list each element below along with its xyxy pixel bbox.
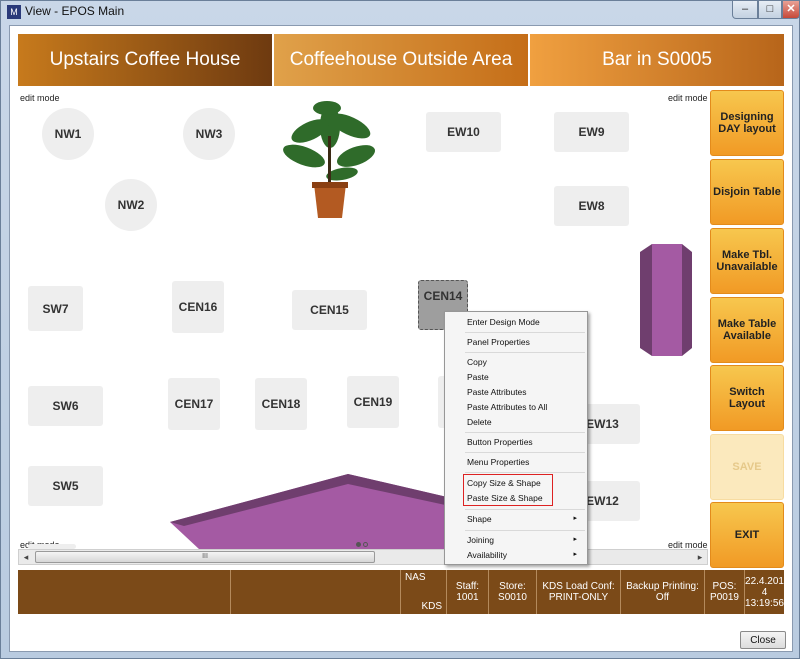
menu-item-shape[interactable]: Shape ▸	[467, 512, 583, 526]
table-ew8[interactable]: EW8	[554, 186, 629, 226]
menu-item-availability[interactable]: Availability ▸	[467, 548, 583, 562]
designing-day-layout-button[interactable]: Designing DAY layout	[710, 90, 784, 156]
table-sw7[interactable]: SW7	[28, 286, 83, 331]
table-nw3[interactable]: NW3	[183, 108, 235, 160]
scroll-right-arrow-icon[interactable]: ▸	[693, 550, 707, 564]
minimize-button[interactable]: –	[732, 1, 758, 19]
close-button[interactable]: Close	[740, 631, 786, 649]
app-icon: M	[7, 5, 21, 19]
window-frame: M View - EPOS Main – □ ✕ Upstairs Coffee…	[0, 0, 800, 659]
menu-separator	[465, 509, 585, 510]
menu-separator	[465, 530, 585, 531]
make-table-available-button[interactable]: Make Table Available	[710, 297, 784, 363]
tab-coffeehouse-outside-area[interactable]: Coffeehouse Outside Area	[274, 34, 528, 86]
client-area: Upstairs Coffee House Coffeehouse Outsid…	[9, 25, 793, 652]
menu-item-paste-attributes[interactable]: Paste Attributes	[467, 385, 527, 399]
table-ew10[interactable]: EW10	[426, 112, 501, 152]
status-divider	[230, 570, 231, 614]
menu-separator	[465, 352, 585, 353]
status-backup-printing: Backup Printing: Off	[620, 570, 704, 614]
table-sw6[interactable]: SW6	[28, 386, 103, 426]
page-dot-active[interactable]	[356, 542, 361, 547]
scroll-left-arrow-icon[interactable]: ◂	[19, 550, 33, 564]
title-bar: M View - EPOS Main – □ ✕	[1, 1, 800, 23]
menu-item-paste-attributes-to-all[interactable]: Paste Attributes to All	[467, 400, 547, 414]
status-bar: NAS KDS Staff: 1001 Store: S0010 KDS Loa…	[18, 570, 784, 614]
menu-item-shape-label: Shape	[467, 514, 492, 524]
table-nw1[interactable]: NW1	[42, 108, 94, 160]
page-dot[interactable]	[363, 542, 368, 547]
table-cen15[interactable]: CEN15	[292, 290, 367, 330]
status-kds: KDS	[421, 601, 442, 612]
submenu-arrow-icon: ▸	[573, 551, 577, 558]
table-ew9[interactable]: EW9	[554, 112, 629, 152]
submenu-arrow-icon: ▸	[573, 536, 577, 543]
menu-item-joining[interactable]: Joining ▸	[467, 533, 583, 547]
close-window-button[interactable]: ✕	[782, 1, 800, 19]
scroll-thumb[interactable]: III	[35, 551, 375, 563]
menu-separator	[465, 452, 585, 453]
menu-item-enter-design-mode[interactable]: Enter Design Mode	[467, 315, 540, 329]
menu-item-joining-label: Joining	[467, 535, 494, 545]
edit-mode-label: edit mode	[668, 93, 708, 103]
bar-counter-shape	[640, 244, 692, 356]
status-kds-load: KDS Load Conf: PRINT-ONLY	[536, 570, 620, 614]
exit-button[interactable]: EXIT	[710, 502, 784, 568]
menu-item-delete[interactable]: Delete	[467, 415, 492, 429]
horizontal-scrollbar[interactable]: ◂ III ▸	[18, 549, 708, 565]
table-cen19[interactable]: CEN19	[347, 376, 399, 428]
menu-separator	[465, 432, 585, 433]
status-datetime: 22.4.201 4 13:19:56	[744, 570, 784, 614]
tab-bar-in-s0005[interactable]: Bar in S0005	[530, 34, 784, 86]
submenu-arrow-icon: ▸	[573, 515, 577, 522]
table-cen17[interactable]: CEN17	[168, 378, 220, 430]
menu-item-paste[interactable]: Paste	[467, 370, 489, 384]
table-cen16[interactable]: CEN16	[172, 281, 224, 333]
make-table-unavailable-button[interactable]: Make Tbl. Unavailable	[710, 228, 784, 294]
menu-separator	[465, 472, 585, 473]
status-store: Store: S0010	[488, 570, 536, 614]
status-staff: Staff: 1001	[446, 570, 488, 614]
status-pos: POS: P0019	[704, 570, 744, 614]
menu-item-button-properties[interactable]: Button Properties	[467, 435, 533, 449]
maximize-button[interactable]: □	[758, 1, 782, 19]
stage-shape	[170, 474, 460, 550]
context-menu: Enter Design Mode Panel Properties Copy …	[444, 311, 588, 565]
table-sw5[interactable]: SW5	[28, 466, 103, 506]
table-nw2[interactable]: NW2	[105, 179, 157, 231]
plant-decoration	[283, 101, 376, 218]
disjoin-table-button[interactable]: Disjoin Table	[710, 159, 784, 225]
switch-layout-button[interactable]: Switch Layout	[710, 365, 784, 431]
status-nas-kds: NAS KDS	[400, 570, 446, 614]
highlight-box	[463, 474, 553, 506]
save-button[interactable]: SAVE	[710, 434, 784, 500]
tab-upstairs-coffee-house[interactable]: Upstairs Coffee House	[18, 34, 272, 86]
menu-item-panel-properties[interactable]: Panel Properties	[467, 335, 530, 349]
table-cen18[interactable]: CEN18	[255, 378, 307, 430]
menu-separator	[465, 332, 585, 333]
window-title: View - EPOS Main	[25, 4, 125, 18]
status-nas: NAS	[405, 572, 426, 583]
menu-item-menu-properties[interactable]: Menu Properties	[467, 455, 529, 469]
edit-mode-label: edit mode	[20, 93, 60, 103]
menu-item-copy[interactable]: Copy	[467, 355, 487, 369]
menu-item-availability-label: Availability	[467, 550, 508, 560]
